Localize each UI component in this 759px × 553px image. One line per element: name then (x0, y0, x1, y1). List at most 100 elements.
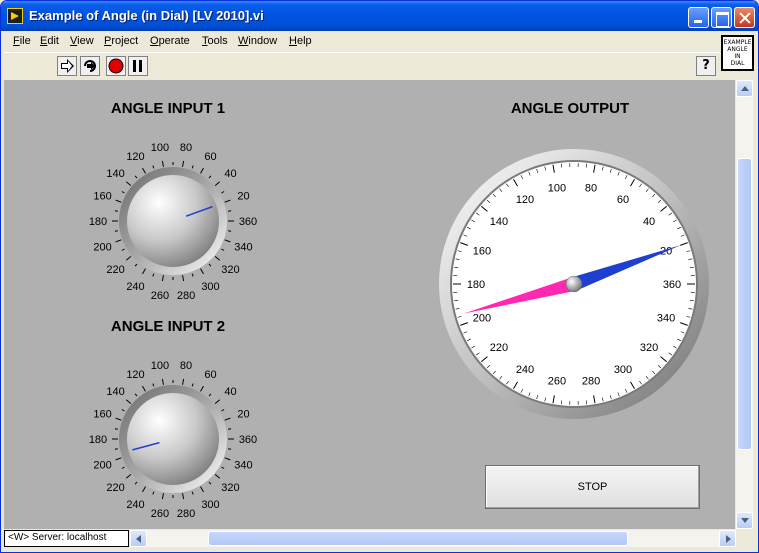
knob-minor-tick (221, 248, 225, 251)
knob-minor-tick (134, 393, 138, 397)
knob-minor-tick (191, 383, 194, 387)
menu-tools[interactable]: Tools (202, 35, 228, 47)
angle-input-2-knob[interactable]: 2040 60 80 100 120140 160 180 200 220240 260 280 30… (73, 336, 273, 526)
angle-input-1-label: ANGLE INPUT 1 (110, 100, 226, 117)
pause-icon[interactable] (128, 56, 148, 76)
title-bar[interactable]: Example of Angle (in Dial) [LV 2010].vi (1, 1, 758, 31)
knob-major-tick (115, 239, 122, 243)
knob-major-tick (200, 167, 204, 174)
gauge-hub (565, 275, 583, 293)
angle-input-2-label: ANGLE INPUT 2 (110, 318, 226, 335)
knob-tick-label: 80 (180, 142, 192, 154)
knob-minor-tick (221, 191, 225, 194)
knob-tick-label: 80 (180, 360, 192, 372)
menu-help[interactable]: Help (289, 35, 312, 47)
knob-major-tick (161, 378, 164, 385)
angle-output-gauge: 2040608010012014016018020022024026028030… (439, 149, 709, 419)
scroll-down-arrow[interactable] (736, 512, 753, 529)
knob-major-tick (214, 255, 221, 261)
gauge-tick-label: 340 (657, 313, 675, 325)
knob-tick-label: 360 (239, 434, 257, 446)
gauge-tick-label: 280 (582, 376, 600, 388)
knob-major-tick (182, 378, 185, 385)
knob-major-tick (161, 275, 164, 282)
knob-minor-tick (152, 491, 155, 495)
labview-app-icon[interactable] (7, 8, 23, 24)
gauge-tick-label: 140 (490, 216, 508, 228)
gauge-tick-label: 180 (467, 279, 485, 291)
knob-tick-label: 40 (224, 168, 236, 180)
front-panel: ANGLE INPUT 1 ANGLE INPUT 2 ANGLE OUTPUT… (4, 80, 735, 529)
vertical-scrollbar[interactable] (736, 80, 753, 529)
knob-major-tick (224, 199, 231, 203)
menu-bar: File Edit View Project Operate Tools Win… (4, 32, 717, 52)
angle-input-1-knob[interactable]: 2040 60 80 100 120140 160 180 200 220240 260 280 30… (73, 118, 273, 308)
knob-tick-label: 180 (89, 434, 107, 446)
knob-minor-tick (228, 428, 232, 430)
knob-tick-label: 120 (126, 369, 144, 381)
knob-tick-label: 240 (126, 499, 144, 511)
horizontal-scrollbar[interactable] (130, 530, 736, 547)
menu-operate[interactable]: Operate (150, 35, 190, 47)
window-title: Example of Angle (in Dial) [LV 2010].vi (29, 8, 264, 23)
knob-minor-tick (134, 481, 138, 485)
knob-tick-label: 300 (201, 281, 219, 293)
knob-minor-tick (121, 191, 125, 194)
gauge-tick-label: 200 (473, 313, 491, 325)
knob-tick-label: 200 (93, 460, 111, 472)
knob-tick-label: 260 (151, 290, 169, 302)
scroll-left-arrow[interactable] (130, 530, 147, 547)
knob-major-tick (182, 275, 185, 282)
knob-major-tick (142, 385, 146, 392)
knob-tick-label: 220 (106, 264, 124, 276)
knob-tick-label: 140 (106, 386, 124, 398)
knob-body[interactable] (127, 393, 219, 485)
menu-view[interactable]: View (70, 35, 94, 47)
knob-tick-label: 140 (106, 168, 124, 180)
knob-tick-label: 240 (126, 281, 144, 293)
vi-icon[interactable]: EXAMPLE ANGLE IN DIAL (721, 35, 754, 71)
run-arrow-icon[interactable] (57, 56, 77, 76)
knob-tick-label: 160 (93, 190, 111, 202)
knob-minor-tick (221, 466, 225, 469)
knob-tick-label: 340 (234, 242, 252, 254)
menu-window[interactable]: Window (238, 35, 277, 47)
gauge-tick-label: 240 (516, 364, 534, 376)
menu-edit[interactable]: Edit (40, 35, 59, 47)
knob-tick-label: 300 (201, 499, 219, 511)
scroll-up-arrow[interactable] (736, 80, 753, 97)
minimize-button[interactable] (688, 7, 709, 28)
knob-body[interactable] (127, 175, 219, 267)
horizontal-scroll-thumb[interactable] (208, 531, 628, 546)
context-help-button[interactable]: ? (696, 56, 716, 76)
knob-tick-label: 280 (177, 508, 195, 520)
gauge-tick-label: 220 (490, 342, 508, 354)
knob-minor-tick (121, 466, 125, 469)
scroll-right-arrow[interactable] (719, 530, 736, 547)
knob-minor-tick (152, 383, 155, 387)
abort-icon[interactable] (106, 56, 126, 76)
knob-minor-tick (208, 175, 212, 179)
knob-major-tick (224, 457, 231, 461)
knob-minor-tick (121, 409, 125, 412)
menu-file[interactable]: File (13, 35, 31, 47)
knob-major-tick (214, 473, 221, 479)
stop-button[interactable]: STOP (485, 465, 700, 509)
knob-minor-tick (228, 230, 232, 232)
knob-major-tick (224, 239, 231, 243)
gauge-tick-label: 160 (473, 245, 491, 257)
close-button[interactable] (734, 7, 755, 28)
maximize-button[interactable] (711, 7, 732, 28)
menu-project[interactable]: Project (104, 35, 138, 47)
knob-major-tick (125, 399, 132, 405)
knob-major-tick (115, 417, 122, 421)
knob-major-tick (200, 268, 204, 275)
gauge-tick-label: 300 (614, 364, 632, 376)
angle-output-label: ANGLE OUTPUT (510, 100, 630, 117)
knob-minor-tick (191, 491, 194, 495)
run-continuously-icon[interactable] (80, 56, 100, 76)
knob-major-tick (115, 457, 122, 461)
knob-major-tick (125, 473, 132, 479)
status-bar: <W> Server: localhost (4, 530, 129, 547)
vertical-scroll-thumb[interactable] (737, 158, 752, 450)
